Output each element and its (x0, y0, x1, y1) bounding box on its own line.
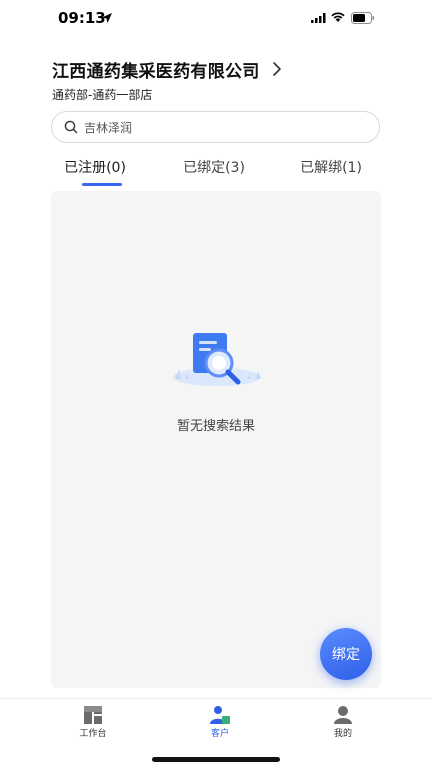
wifi-icon (331, 12, 345, 22)
empty-search-illustration (173, 333, 261, 386)
status-time: 09:13 (58, 9, 106, 27)
battery-icon (351, 12, 375, 24)
bottom-nav: 工作台 客户 我的 (0, 698, 432, 747)
nav-item-profile[interactable]: 我的 (313, 705, 373, 739)
profile-icon (334, 706, 352, 724)
nav-item-customers[interactable]: 客户 (190, 705, 250, 739)
active-tab-indicator (82, 183, 122, 186)
store-subtitle: 通药部-通药一部店 (52, 88, 153, 102)
status-bar: 09:13 (0, 0, 432, 40)
search-input[interactable]: 吉林泽润 (51, 111, 380, 143)
cellular-signal-icon (311, 13, 326, 23)
nav-label-customers: 客户 (210, 729, 229, 739)
bind-button[interactable]: 绑定 (320, 628, 372, 680)
home-indicator[interactable] (152, 757, 280, 762)
results-panel: 暂无搜索结果 (51, 191, 381, 688)
tab-unbound[interactable]: 已解绑(1) (276, 157, 386, 177)
tab-registered[interactable]: 已注册(0) (40, 157, 150, 177)
chevron-right-icon (272, 62, 281, 76)
nav-label-workbench: 工作台 (79, 729, 107, 739)
nav-label-profile: 我的 (333, 729, 352, 739)
nav-item-workbench[interactable]: 工作台 (63, 705, 123, 739)
customers-icon (210, 706, 230, 724)
empty-state-message: 暂无搜索结果 (176, 419, 255, 434)
tab-bound[interactable]: 已绑定(3) (159, 157, 269, 177)
search-icon (64, 120, 78, 134)
dashboard-icon (84, 706, 102, 724)
company-name: 江西通药集采医药有限公司 (52, 61, 260, 82)
company-selector[interactable]: 江西通药集采医药有限公司 (52, 56, 282, 82)
location-arrow-icon (102, 13, 112, 23)
search-value: 吉林泽润 (84, 120, 133, 135)
